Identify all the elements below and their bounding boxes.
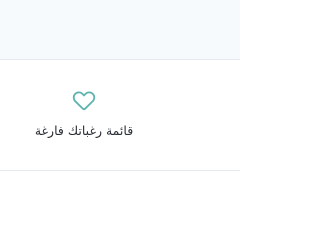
wishlist-empty-state: قائمة رغباتك فارغة <box>0 60 240 171</box>
top-bar <box>0 0 240 60</box>
wishlist-empty-message: قائمة رغباتك فارغة <box>34 123 134 138</box>
wishlist-screen: قائمة رغباتك فارغة <box>0 0 240 240</box>
content-area <box>0 171 240 240</box>
heart-outline-icon <box>72 89 96 111</box>
